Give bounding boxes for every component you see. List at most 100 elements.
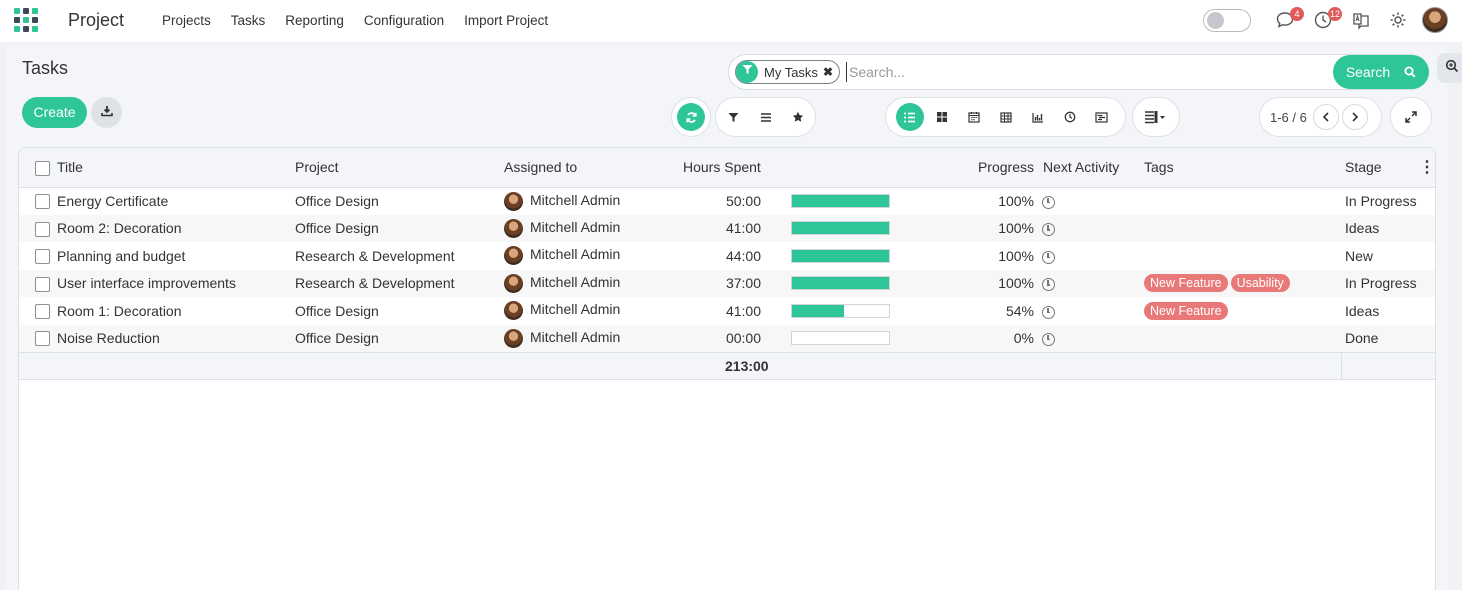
- column-project[interactable]: Project: [295, 148, 504, 188]
- task-tags: New Feature Usability: [1144, 270, 1345, 298]
- filter-icon: [736, 61, 758, 83]
- remove-facet-icon[interactable]: ✖: [823, 65, 833, 79]
- row-checkbox[interactable]: [35, 221, 50, 237]
- task-project: Office Design: [295, 330, 379, 346]
- graph-view-icon[interactable]: [1024, 103, 1052, 131]
- table-row[interactable]: Room 1: Decoration Office Design Mitchell …: [19, 297, 1435, 325]
- gantt-view-icon[interactable]: [1088, 103, 1116, 131]
- progress-bar-fill: [792, 195, 889, 207]
- menu-reporting[interactable]: Reporting: [285, 13, 344, 28]
- column-options-icon[interactable]: ⋮: [1419, 157, 1435, 177]
- activity-view-icon[interactable]: [1056, 103, 1084, 131]
- app-title[interactable]: Project: [68, 10, 124, 31]
- task-assignee: Mitchell Admin: [504, 325, 683, 353]
- next-activity-cell: [1038, 297, 1144, 325]
- assignee-name: Mitchell Admin: [530, 191, 621, 208]
- apps-grid-icon[interactable]: [14, 8, 38, 32]
- refresh-icon[interactable]: [677, 103, 705, 131]
- table-row[interactable]: Room 2: Decoration Office Design Mitchell …: [19, 214, 1435, 243]
- column-assigned-to[interactable]: Assigned to: [504, 148, 683, 188]
- filter-menu-icon[interactable]: [720, 103, 748, 131]
- column-hours-spent[interactable]: Hours Spent: [683, 148, 783, 188]
- task-stage: Done: [1345, 330, 1379, 346]
- download-icon[interactable]: [91, 97, 122, 128]
- progress-bar: [791, 221, 890, 236]
- progress-bar-cell: [783, 215, 935, 243]
- theme-toggle[interactable]: [1203, 9, 1251, 32]
- task-title: User interface improvements: [57, 275, 236, 292]
- pager-value[interactable]: 1-6 / 6: [1270, 110, 1307, 125]
- task-progress: 100%: [998, 193, 1034, 209]
- task-stage: Ideas: [1345, 220, 1380, 237]
- progress-bar-fill: [792, 222, 889, 235]
- menu-import-project[interactable]: Import Project: [464, 13, 548, 28]
- row-checkbox[interactable]: [35, 276, 50, 292]
- expand-button[interactable]: [1390, 97, 1432, 137]
- zoom-icon[interactable]: [1437, 53, 1462, 83]
- table-row[interactable]: User interface improvements Research & De…: [19, 269, 1435, 298]
- search-input[interactable]: [846, 62, 1306, 82]
- calendar-view-icon[interactable]: [960, 103, 988, 131]
- create-button[interactable]: Create: [22, 97, 87, 128]
- page-title: Tasks: [22, 58, 69, 78]
- total-hours: 213:00: [725, 357, 769, 374]
- assignee-name: Mitchell Admin: [530, 328, 621, 345]
- table-row[interactable]: Energy Certificate Office Design Mitchell …: [19, 187, 1435, 215]
- task-project: Office Design: [295, 220, 379, 237]
- group-by-icon[interactable]: [752, 103, 780, 131]
- activity-clock-icon[interactable]: [1042, 278, 1055, 292]
- task-tags: [1144, 215, 1345, 243]
- column-progress[interactable]: Progress: [935, 148, 1038, 188]
- list-view-icon[interactable]: [895, 103, 924, 131]
- column-tags[interactable]: Tags: [1144, 148, 1345, 188]
- task-title: Room 2: Decoration: [57, 220, 182, 237]
- progress-bar-fill: [792, 277, 889, 290]
- menu-projects[interactable]: Projects: [162, 13, 211, 28]
- task-assignee: Mitchell Admin: [504, 215, 683, 243]
- settings-gear-icon[interactable]: [1387, 10, 1409, 32]
- task-progress: 100%: [998, 220, 1034, 237]
- user-avatar[interactable]: [1422, 7, 1448, 33]
- footer-divider: [1341, 353, 1342, 380]
- favorites-star-icon[interactable]: [784, 103, 812, 131]
- task-project: Research & Development: [295, 275, 455, 292]
- row-checkbox[interactable]: [35, 249, 50, 265]
- activity-clock-icon[interactable]: [1042, 195, 1055, 209]
- column-next-activity[interactable]: Next Activity: [1038, 148, 1144, 188]
- messages-icon[interactable]: 4: [1274, 7, 1304, 32]
- task-stage: New: [1345, 247, 1374, 264]
- menu-tasks[interactable]: Tasks: [231, 13, 266, 28]
- language-icon[interactable]: [1350, 10, 1372, 32]
- activity-clock-icon[interactable]: [1042, 305, 1055, 319]
- row-checkbox[interactable]: [35, 331, 50, 347]
- table-header: Title Project Assigned to Hours Spent Pr…: [19, 148, 1435, 188]
- search-facet[interactable]: My Tasks ✖: [735, 60, 840, 84]
- progress-bar: [791, 303, 890, 318]
- table-row[interactable]: Planning and budget Research & Developmen…: [19, 242, 1435, 270]
- column-title[interactable]: Title: [57, 148, 295, 188]
- row-checkbox[interactable]: [35, 194, 50, 210]
- activity-clock-icon[interactable]: [1042, 332, 1055, 346]
- activity-clock-icon[interactable]: [1042, 250, 1055, 264]
- activity-clock-icon[interactable]: [1042, 223, 1055, 237]
- row-checkbox[interactable]: [35, 304, 50, 320]
- progress-bar-cell: [783, 187, 935, 215]
- view-switcher: [885, 97, 1126, 137]
- next-activity-cell: [1038, 242, 1144, 270]
- kanban-view-icon[interactable]: [928, 103, 956, 131]
- task-project: Office Design: [295, 302, 379, 319]
- progress-bar: [791, 248, 890, 263]
- search-button[interactable]: Search: [1333, 55, 1429, 89]
- task-assignee: Mitchell Admin: [504, 297, 683, 325]
- activity-clock-icon[interactable]: 12: [1312, 7, 1342, 32]
- chevron-right-icon[interactable]: [1341, 104, 1368, 130]
- pivot-view-icon[interactable]: [992, 103, 1020, 131]
- optional-columns-toggle[interactable]: [1132, 97, 1180, 137]
- assignee-avatar: [504, 328, 523, 348]
- messages-badge: 4: [1290, 7, 1304, 21]
- menu-configuration[interactable]: Configuration: [364, 13, 444, 28]
- select-all-checkbox[interactable]: [35, 160, 50, 176]
- facet-label: My Tasks: [764, 64, 818, 80]
- table-row[interactable]: Noise Reduction Office Design Mitchell Adm…: [19, 324, 1435, 353]
- chevron-left-icon[interactable]: [1312, 104, 1339, 130]
